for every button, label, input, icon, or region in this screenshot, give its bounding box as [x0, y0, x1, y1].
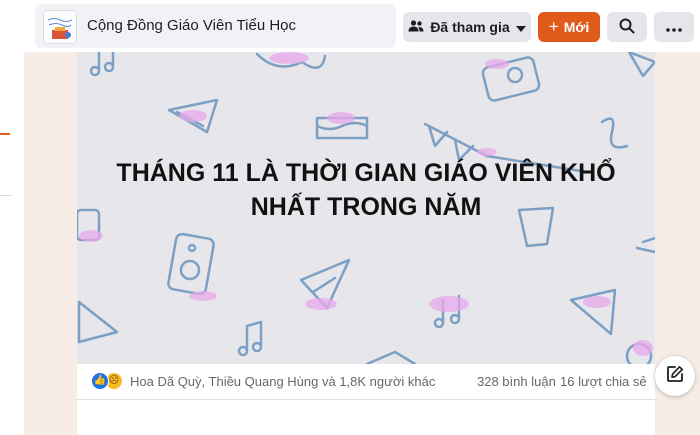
group-avatar[interactable]	[43, 10, 77, 44]
joined-dropdown-button[interactable]: Đã tham gia	[403, 12, 531, 42]
like-icon: 👍	[91, 372, 109, 390]
shares-count[interactable]: 16 lượt chia sẻ	[560, 374, 647, 389]
joined-label: Đã tham gia	[430, 19, 510, 35]
group-header-bar: Cộng Đồng Giáo Viên Tiểu Học Đã tham gia…	[0, 0, 700, 52]
new-post-button[interactable]: + Mới	[538, 12, 600, 42]
compose-message-button[interactable]	[655, 356, 695, 396]
post-card: THÁNG 11 LÀ THỜI GIAN GIÁO VIÊN KHỔ NHẤT…	[77, 52, 655, 435]
reactions-bar: 👍 ☹ Hoa Dã Quỳ, Thiều Quang Hùng và 1,8K…	[77, 364, 655, 400]
active-indicator	[0, 133, 10, 135]
search-button[interactable]	[607, 12, 647, 42]
group-name[interactable]: Cộng Đồng Giáo Viên Tiểu Học	[87, 17, 296, 34]
search-icon	[619, 18, 635, 37]
reaction-icons[interactable]: 👍 ☹	[91, 372, 125, 390]
group-title-button[interactable]: Cộng Đồng Giáo Viên Tiểu Học	[35, 4, 396, 48]
plus-icon: +	[548, 17, 559, 36]
more-options-button[interactable]	[654, 12, 694, 42]
post-banner[interactable]: THÁNG 11 LÀ THỜI GIAN GIÁO VIÊN KHỔ NHẤT…	[77, 52, 655, 364]
left-sidebar-edge	[0, 0, 24, 435]
comments-count[interactable]: 328 bình luận	[477, 374, 556, 389]
more-dots-icon	[666, 19, 682, 35]
compose-icon	[666, 365, 684, 388]
people-icon	[408, 19, 424, 36]
new-label: Mới	[563, 19, 590, 35]
caret-down-icon	[515, 19, 526, 35]
reactions-summary[interactable]: Hoa Dã Quỳ, Thiều Quang Hùng và 1,8K ngư…	[130, 374, 435, 389]
divider	[0, 195, 12, 196]
banner-text: THÁNG 11 LÀ THỜI GIAN GIÁO VIÊN KHỔ NHẤT…	[116, 159, 616, 221]
